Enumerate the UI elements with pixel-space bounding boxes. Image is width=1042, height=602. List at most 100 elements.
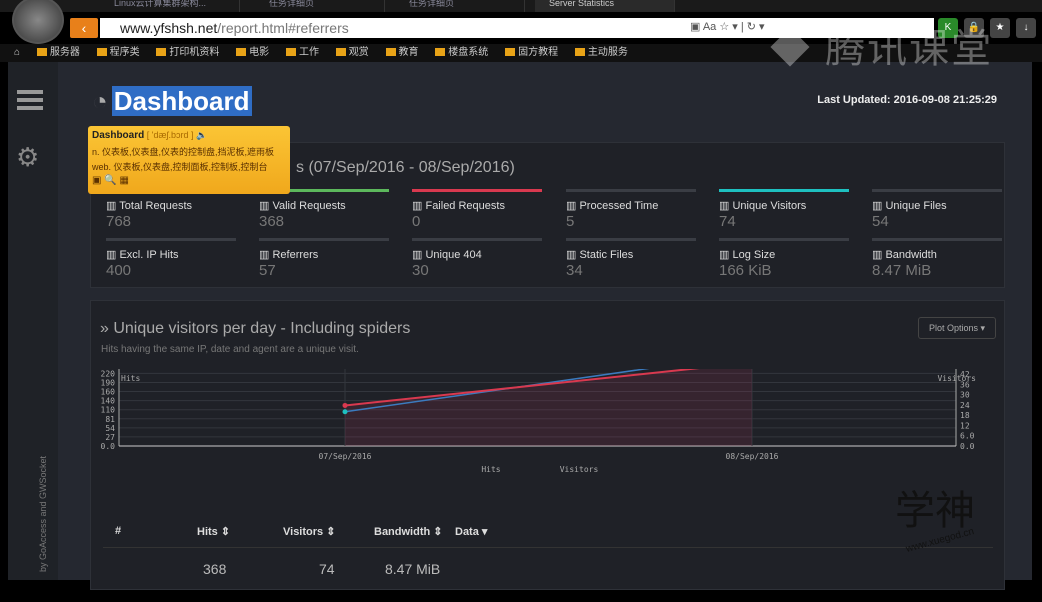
- plot-options-button[interactable]: Plot Options ▾: [918, 317, 996, 339]
- y-tick-label-right: 36: [960, 380, 970, 389]
- legend-visitors: Visitors: [560, 465, 599, 474]
- visitors-point: [342, 409, 348, 415]
- y-tick-label-right: 24: [960, 401, 970, 410]
- stat-card: ▥ Unique 404 30: [412, 238, 542, 279]
- hits-area: [345, 369, 752, 446]
- url-path: /report.html#referrers: [217, 20, 349, 36]
- bar-chart-icon: ▥: [719, 200, 730, 212]
- bookmark[interactable]: 电影: [236, 44, 269, 62]
- stat-value: 166 KiB: [719, 262, 772, 279]
- y-tick-label-left: 110: [101, 406, 116, 415]
- y-tick-label-right: 12: [960, 421, 970, 430]
- stat-card: ▥ Processed Time 5: [566, 189, 696, 230]
- browser-logo-icon[interactable]: [12, 0, 64, 44]
- y-tick-label-left: 190: [101, 378, 116, 387]
- tab-bar: Linux云计算集群架构... 任务详细页 任务详细页 Server Stati…: [0, 0, 1042, 12]
- stat-label: ▥ Processed Time: [566, 200, 659, 212]
- stat-card: ▥ Total Requests 768: [106, 189, 236, 230]
- tab-active[interactable]: Server Statistics: [535, 0, 675, 12]
- bar-chart-icon: ▥: [872, 249, 883, 261]
- table-cell-visitors: 74: [319, 561, 335, 577]
- stat-card: ▥ Static Files 34: [566, 238, 696, 279]
- bar-chart-icon: ▥: [566, 200, 577, 212]
- bar-chart-icon: ▥: [719, 249, 730, 261]
- sidebar-credit: by GoAccess and GWSocket: [38, 455, 48, 572]
- y-tick-label-left: 27: [105, 433, 115, 442]
- back-button[interactable]: ‹: [70, 18, 98, 38]
- stat-card: ▥ Valid Requests 368: [259, 189, 389, 230]
- tab[interactable]: Linux云计算集群架构...: [100, 0, 240, 12]
- stat-card: ▥ Unique Visitors 74: [719, 189, 849, 230]
- stat-bar: [412, 238, 542, 241]
- stat-bar: [872, 189, 1002, 192]
- tab[interactable]: 任务详细页: [255, 0, 385, 12]
- stat-value: 34: [566, 262, 583, 279]
- stat-bar: [259, 238, 389, 241]
- bar-chart-icon: ▥: [872, 200, 883, 212]
- y-tick-label-left: 54: [105, 424, 115, 433]
- bookmark[interactable]: 主动服务: [574, 44, 628, 62]
- stat-label: ▥ Referrers: [259, 249, 319, 261]
- bookmark[interactable]: 程序类: [96, 44, 140, 62]
- last-updated: Last Updated: 2016-09-08 21:25:29: [817, 94, 997, 106]
- y-tick-label-left: 140: [101, 397, 116, 406]
- bar-chart-icon: ▥: [566, 249, 577, 261]
- bookmark[interactable]: 楼盘系统: [435, 44, 488, 62]
- bookmark[interactable]: 观赏: [335, 44, 369, 62]
- bookmark[interactable]: 打印机资料: [156, 44, 219, 62]
- table-divider: [103, 547, 993, 548]
- stat-label: ▥ Excl. IP Hits: [106, 249, 179, 261]
- bookmark[interactable]: 固方教程: [505, 44, 558, 62]
- popup-noun: n. 仪表板,仪表盘,仪表的控制盘,挡泥板,遮雨板: [92, 147, 275, 157]
- sidebar: ⚙ by GoAccess and GWSocket: [8, 62, 58, 580]
- download-icon[interactable]: ↓: [1016, 18, 1036, 38]
- gear-icon[interactable]: ⚙: [16, 142, 39, 173]
- stat-label: ▥ Total Requests: [106, 200, 193, 212]
- visitors-subtitle: Hits having the same IP, date and agent …: [101, 344, 359, 355]
- stat-label: ▥ Valid Requests: [259, 200, 346, 212]
- bookmark[interactable]: 教育: [385, 44, 419, 62]
- speaker-icon[interactable]: 🔈: [196, 130, 207, 140]
- col-header-hits[interactable]: Hits ⇕: [197, 525, 230, 538]
- xueshen-watermark: 学神: [895, 488, 975, 534]
- visitors-chart: HitsVisitors0.02754811101401601902202400…: [101, 369, 976, 474]
- tencent-watermark: ◆ 腾讯课堂: [770, 27, 994, 71]
- popup-web: web. 仪表板,仪表盘,控制面板,控制板,控制台: [92, 162, 268, 172]
- stat-label: ▥ Unique 404: [412, 249, 482, 261]
- y-tick-label-right: 18: [960, 411, 970, 420]
- col-header-bandwidth[interactable]: Bandwidth ⇕: [374, 525, 443, 538]
- col-header-visitors[interactable]: Visitors ⇕: [283, 525, 335, 538]
- menu-icon[interactable]: [17, 90, 43, 110]
- legend-hits: Hits: [481, 465, 500, 474]
- table-cell-hits: 368: [203, 561, 227, 577]
- stat-bar: [412, 189, 542, 192]
- bar-chart-icon: ▥: [106, 200, 117, 212]
- y-tick-label-right: 0.0: [960, 442, 975, 451]
- dictionary-popup: Dashboard [ 'dæʃ.bɔrd ] 🔈 n. 仪表板,仪表盘,仪表的…: [88, 126, 290, 194]
- stat-value: 57: [259, 262, 276, 279]
- stat-bar: [566, 189, 696, 192]
- page-title: ◔ Dashboard: [92, 86, 252, 116]
- stat-bar: [719, 238, 849, 241]
- popup-action-icons[interactable]: ▣ 🔍 ▦: [92, 175, 286, 186]
- stat-label: ▥ Static Files: [566, 249, 634, 261]
- col-header-index: #: [115, 525, 122, 537]
- hits-point: [342, 402, 348, 408]
- stat-value: 400: [106, 262, 132, 279]
- tab[interactable]: 任务详细页: [395, 0, 525, 12]
- bookmark[interactable]: 服务器: [36, 44, 80, 62]
- popup-word: Dashboard: [92, 130, 145, 141]
- stat-label: ▥ Failed Requests: [412, 200, 505, 212]
- home-icon[interactable]: ⌂: [14, 44, 20, 62]
- bookmark[interactable]: 工作: [285, 44, 319, 62]
- y-tick-label-left: 0.0: [101, 442, 116, 451]
- col-header-data[interactable]: Data ▾: [455, 525, 487, 538]
- address-bar-icons[interactable]: ▣ Aa ☆ ▾ | ↻ ▾: [690, 20, 765, 33]
- y-tick-label-left: 160: [101, 388, 116, 397]
- visitors-panel: » Unique visitors per day - Including sp…: [90, 300, 1005, 590]
- stat-card: ▥ Failed Requests 0: [412, 189, 542, 230]
- overall-title: s (07/Sep/2016 - 08/Sep/2016): [296, 159, 515, 176]
- popup-phonetic: [ 'dæʃ.bɔrd ]: [146, 130, 194, 140]
- stat-card: ▥ Unique Files 54: [872, 189, 1002, 230]
- stat-value: 0: [412, 213, 421, 230]
